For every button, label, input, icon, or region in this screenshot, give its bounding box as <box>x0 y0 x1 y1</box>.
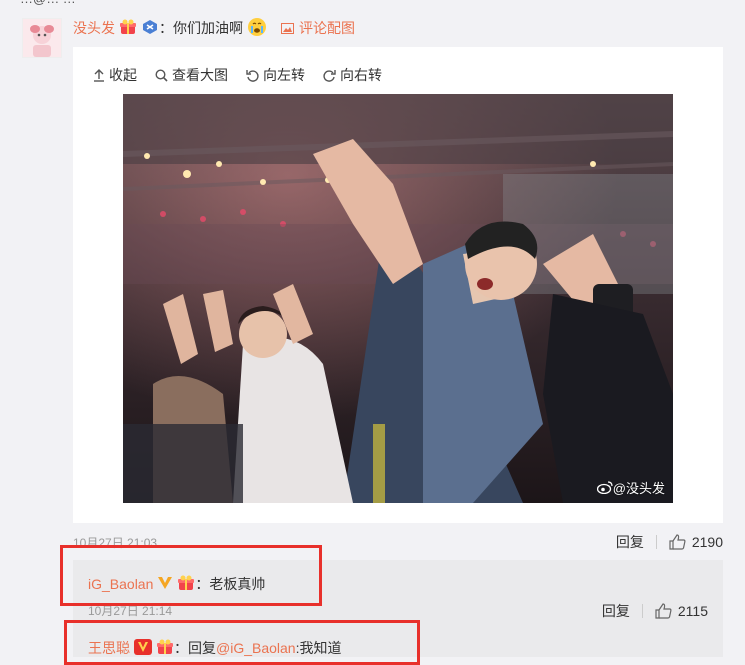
collapse-button[interactable]: 收起 <box>93 65 137 85</box>
watermark-text: @没头发 <box>612 481 665 496</box>
photo-toolbar: 收起 查看大图 向左转 向右转 <box>93 65 400 85</box>
comment-line: 没头发 ： 你们加油啊 评论配图 <box>73 17 355 40</box>
comment-picture-link[interactable]: 评论配图 <box>281 18 355 38</box>
photo-watermark: @没头发 <box>596 478 665 497</box>
image-icon <box>281 22 294 34</box>
reply-button[interactable]: 回复 <box>602 601 630 621</box>
highlight-box <box>60 545 322 606</box>
reply-button[interactable]: 回复 <box>616 532 644 552</box>
avatar[interactable] <box>22 18 62 58</box>
comment-photo[interactable]: @没头发 <box>123 94 673 503</box>
gift-badge-icon[interactable] <box>119 19 137 38</box>
rotate-left-label: 向左转 <box>263 67 305 83</box>
comment-picture-label: 评论配图 <box>299 20 355 36</box>
collapse-icon <box>94 68 104 82</box>
collapse-label: 收起 <box>109 67 137 83</box>
like-button[interactable]: 2190 <box>669 534 723 550</box>
like-count: 2190 <box>691 534 723 550</box>
view-large-label: 查看大图 <box>172 67 228 83</box>
rotate-right-label: 向右转 <box>340 67 382 83</box>
comment-actions: 回复 2190 <box>616 532 723 552</box>
highlight-box <box>64 620 420 665</box>
rotate-left-button[interactable]: 向左转 <box>246 65 305 85</box>
thumbs-up-icon <box>669 534 686 550</box>
crying-emoji-icon <box>247 17 267 40</box>
comment-text: 你们加油啊 <box>173 20 243 36</box>
like-count: 2115 <box>677 603 708 619</box>
member-badge-icon[interactable] <box>141 19 159 38</box>
photo-panel: 收起 查看大图 向左转 向右转 @没头发 <box>73 47 723 523</box>
rotate-left-icon <box>246 69 259 82</box>
divider <box>641 604 643 618</box>
weibo-logo-icon <box>596 481 613 494</box>
reply-actions: 回复 2115 <box>602 601 708 621</box>
comment-separator: ： <box>159 20 173 36</box>
comment-username[interactable]: 没头发 <box>73 18 115 38</box>
magnifier-icon <box>155 68 168 82</box>
like-button[interactable]: 2115 <box>655 603 708 619</box>
rotate-right-button[interactable]: 向右转 <box>323 65 382 85</box>
truncated-previous-text: …@… … <box>20 0 76 6</box>
rotate-right-icon <box>323 69 336 82</box>
view-large-button[interactable]: 查看大图 <box>155 65 228 85</box>
divider <box>655 535 657 549</box>
thumbs-up-icon <box>655 603 672 619</box>
